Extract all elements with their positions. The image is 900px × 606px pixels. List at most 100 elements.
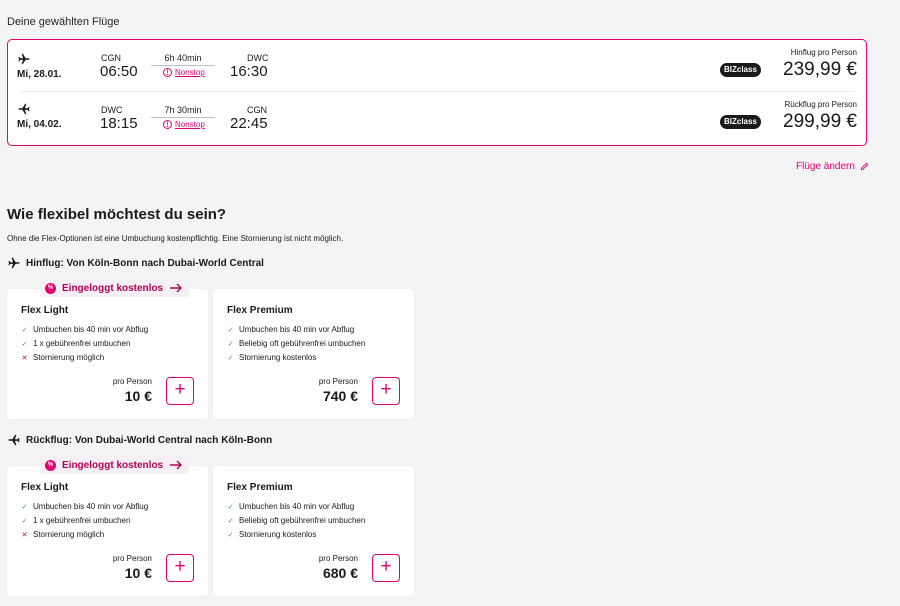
feature-text: Stornierung möglich [33,530,105,539]
plane-return-icon [7,433,21,447]
feature-text: Umbuchen bis 40 min vor Abflug [239,325,355,334]
arrow-right-icon [169,460,183,470]
arrival-time: 16:30 [230,63,268,80]
feature-item: ✓ 1 x gebührenfrei umbuchen [21,339,131,348]
feature-text: Stornierung möglich [33,353,105,362]
leg-title-return: Rückflug: Von Dubai-World Central nach K… [7,433,272,447]
flex-heading: Wie flexibel möchtest du sein? [7,206,227,223]
plus-icon: + [174,556,186,577]
cross-icon: ✕ [21,531,28,539]
option-name: Flex Light [21,305,69,316]
plane-return-icon [17,102,31,116]
add-option-button[interactable]: + [166,554,194,582]
option-name: Flex Light [21,482,69,493]
promo-text: Eingeloggt kostenlos [62,282,164,294]
pencil-icon [860,162,869,171]
stops-link[interactable]: i Nonstop [163,68,205,77]
option-name: Flex Premium [227,305,293,316]
row-divider [20,91,854,92]
flex-option-card: Flex Light ✓ Umbuchen bis 40 min vor Abfl… [7,289,208,419]
check-icon: ✓ [21,503,28,511]
flight-row-outbound: Mi, 28.01. CGN 06:50 6h 40min i Nonstop D… [8,40,866,92]
option-price: 740 € [322,388,358,404]
departure-time: 18:15 [100,115,138,132]
flight-date: Mi, 04.02. [17,119,62,130]
feature-text: Beliebig oft gebührenfrei umbuchen [239,516,366,525]
flex-subtitle: Ohne die Flex-Optionen ist eine Umbuchun… [7,234,344,243]
flex-option-card: Flex Premium ✓ Umbuchen bis 40 min vor Ab… [213,289,414,419]
check-icon: ✓ [227,340,234,348]
feature-item: ✓ Stornierung kostenlos [227,353,317,362]
flex-option-card: Flex Light ✓ Umbuchen bis 40 min vor Abfl… [7,466,208,596]
feature-item: ✓ Beliebig oft gebührenfrei umbuchen [227,516,366,525]
flight-row-return: Mi, 04.02. DWC 18:15 7h 30min i Nonstop C… [8,93,866,145]
plus-icon: + [380,556,392,577]
stops-label: Nonstop [175,120,205,129]
stops-link[interactable]: i Nonstop [163,120,205,129]
check-icon: ✓ [227,503,234,511]
leg-title-outbound: Hinflug: Von Köln-Bonn nach Dubai-World … [7,256,264,270]
plane-departure-icon [17,52,31,66]
price-label: Rückflug pro Person [784,100,857,109]
flex-option-card: Flex Premium ✓ Umbuchen bis 40 min vor Ab… [213,466,414,596]
info-icon: i [163,68,172,77]
feature-text: Umbuchen bis 40 min vor Abflug [33,502,149,511]
arrival-airport: DWC [247,53,269,63]
promo-login-link[interactable]: % Eingeloggt kostenlos [40,456,190,474]
feature-item: ✓ Umbuchen bis 40 min vor Abflug [21,502,149,511]
change-flights-link[interactable]: Flüge ändern [796,161,869,172]
option-price: 680 € [322,565,358,581]
add-option-button[interactable]: + [372,377,400,405]
leg-title-text: Hinflug: Von Köln-Bonn nach Dubai-World … [26,257,264,269]
check-icon: ✓ [21,326,28,334]
feature-text: Stornierung kostenlos [239,353,317,362]
stops-label: Nonstop [175,68,205,77]
feature-text: Umbuchen bis 40 min vor Abflug [239,502,355,511]
price-label: Hinflug pro Person [790,48,857,57]
feature-item: ✓ Umbuchen bis 40 min vor Abflug [227,502,355,511]
promo-text: Eingeloggt kostenlos [62,459,164,471]
departure-airport: DWC [101,105,123,115]
arrow-right-icon [169,283,183,293]
add-option-button[interactable]: + [372,554,400,582]
feature-text: Umbuchen bis 40 min vor Abflug [33,325,149,334]
flight-duration: 6h 40min [164,53,202,63]
check-icon: ✓ [227,517,234,525]
duration-line [151,65,215,66]
check-icon: ✓ [227,326,234,334]
check-icon: ✓ [21,340,28,348]
per-person-label: pro Person [318,554,358,563]
check-icon: ✓ [227,531,234,539]
feature-item: ✓ 1 x gebührenfrei umbuchen [21,516,131,525]
feature-text: 1 x gebührenfrei umbuchen [33,339,131,348]
cross-icon: ✕ [21,354,28,362]
feature-text: Beliebig oft gebührenfrei umbuchen [239,339,366,348]
per-person-label: pro Person [318,377,358,386]
feature-text: Stornierung kostenlos [239,530,317,539]
feature-item: ✓ Stornierung kostenlos [227,530,317,539]
leg-title-text: Rückflug: Von Dubai-World Central nach K… [26,434,273,446]
flight-duration: 7h 30min [164,105,202,115]
plus-icon: + [174,379,186,400]
percent-badge-icon: % [45,459,56,471]
feature-text: 1 x gebührenfrei umbuchen [33,516,131,525]
plane-departure-icon [7,256,21,270]
promo-login-link[interactable]: % Eingeloggt kostenlos [40,279,190,297]
feature-item: ✕ Stornierung möglich [21,353,105,362]
arrival-time: 22:45 [230,115,268,132]
feature-item: ✓ Umbuchen bis 40 min vor Abflug [227,325,355,334]
change-flights-label: Flüge ändern [796,161,855,172]
per-person-label: pro Person [112,554,152,563]
add-option-button[interactable]: + [166,377,194,405]
selected-flights-title: Deine gewählten Flüge [7,16,120,28]
feature-item: ✕ Stornierung möglich [21,530,105,539]
option-price: 10 € [124,388,152,404]
arrival-airport: CGN [247,105,267,115]
departure-time: 06:50 [100,63,138,80]
check-icon: ✓ [21,517,28,525]
per-person-label: pro Person [112,377,152,386]
feature-item: ✓ Umbuchen bis 40 min vor Abflug [21,325,149,334]
class-badge: BIZclass [720,63,761,77]
plus-icon: + [380,379,392,400]
departure-airport: CGN [101,53,121,63]
